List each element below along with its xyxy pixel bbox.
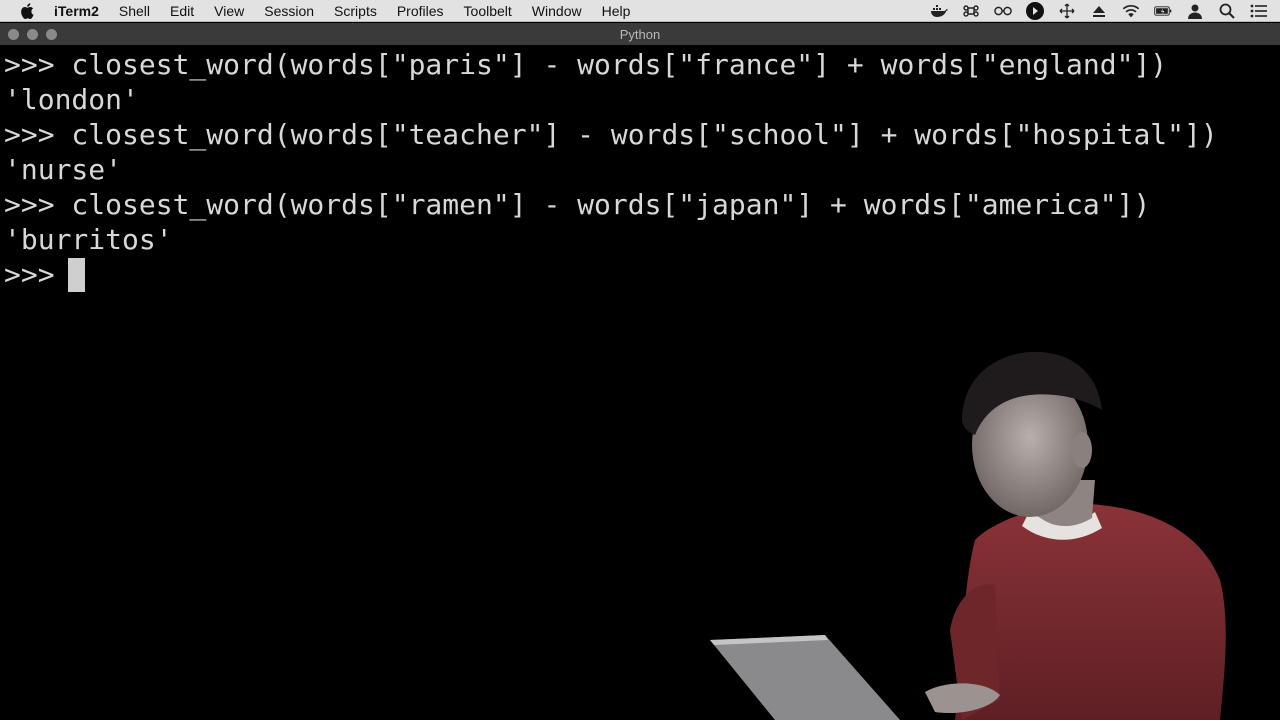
menu-toolbelt[interactable]: Toolbelt (464, 0, 512, 22)
terminal-prompt: >>> (4, 258, 72, 291)
menu-profiles[interactable]: Profiles (397, 0, 444, 22)
search-icon[interactable] (1218, 2, 1236, 20)
command-icon[interactable] (962, 2, 980, 20)
battery-icon[interactable] (1154, 2, 1172, 20)
wifi-icon[interactable] (1122, 2, 1140, 20)
menu-scripts[interactable]: Scripts (334, 0, 377, 22)
menu-edit[interactable]: Edit (170, 0, 194, 22)
terminal-line-result: 'burritos' (4, 223, 173, 256)
terminal-line-result: 'nurse' (4, 153, 123, 186)
user-icon[interactable] (1186, 2, 1204, 20)
menu-window[interactable]: Window (532, 0, 582, 22)
menu-bar: iTerm2 Shell Edit View Session Scripts P… (0, 0, 1280, 22)
play-icon[interactable] (1026, 2, 1044, 20)
terminal-line-command: >>> closest_word(words["teacher"] - word… (4, 118, 1218, 151)
zoom-window-button[interactable] (46, 29, 57, 40)
window-title: Python (619, 26, 661, 42)
menu-session[interactable]: Session (264, 0, 314, 22)
terminal-line-result: 'london' (4, 83, 139, 116)
presenter-video-overlay (700, 340, 1280, 720)
menu-view[interactable]: View (214, 0, 244, 22)
eject-icon[interactable] (1090, 2, 1108, 20)
minimize-window-button[interactable] (27, 29, 38, 40)
glasses-icon[interactable] (994, 2, 1012, 20)
docker-icon[interactable] (930, 2, 948, 20)
menu-app-name[interactable]: iTerm2 (54, 0, 99, 22)
list-icon[interactable] (1250, 2, 1268, 20)
menu-shell[interactable]: Shell (119, 0, 150, 22)
apple-icon[interactable] (20, 2, 34, 19)
text-cursor (68, 258, 85, 292)
menu-help[interactable]: Help (602, 0, 631, 22)
window-controls (8, 29, 57, 40)
terminal-line-command: >>> closest_word(words["ramen"] - words[… (4, 188, 1151, 221)
move-icon[interactable] (1058, 2, 1076, 20)
terminal-line-command: >>> closest_word(words["paris"] - words[… (4, 48, 1168, 81)
close-window-button[interactable] (8, 29, 19, 40)
window-title-bar[interactable]: Python (0, 23, 1280, 45)
